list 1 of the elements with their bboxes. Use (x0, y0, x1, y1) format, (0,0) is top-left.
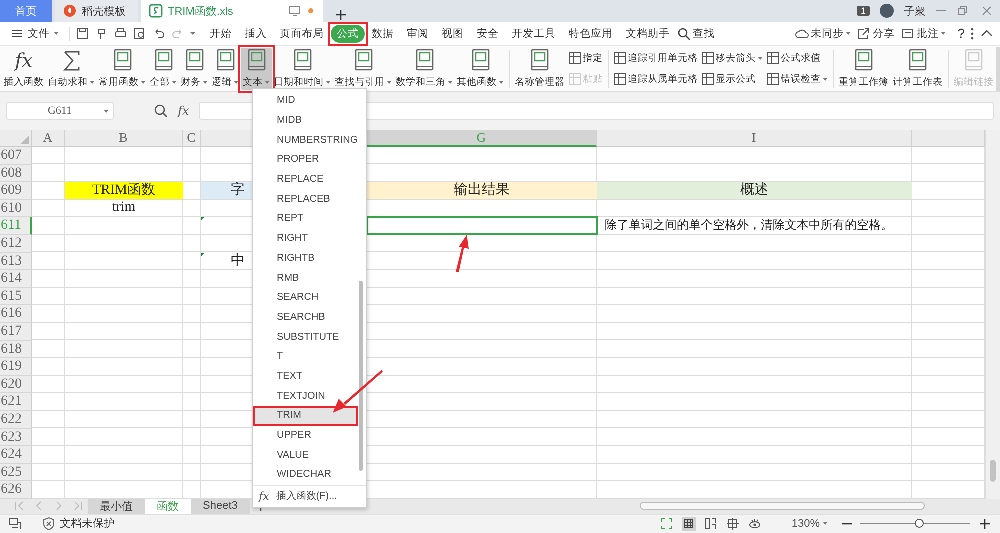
function-label: fx (259, 490, 270, 503)
